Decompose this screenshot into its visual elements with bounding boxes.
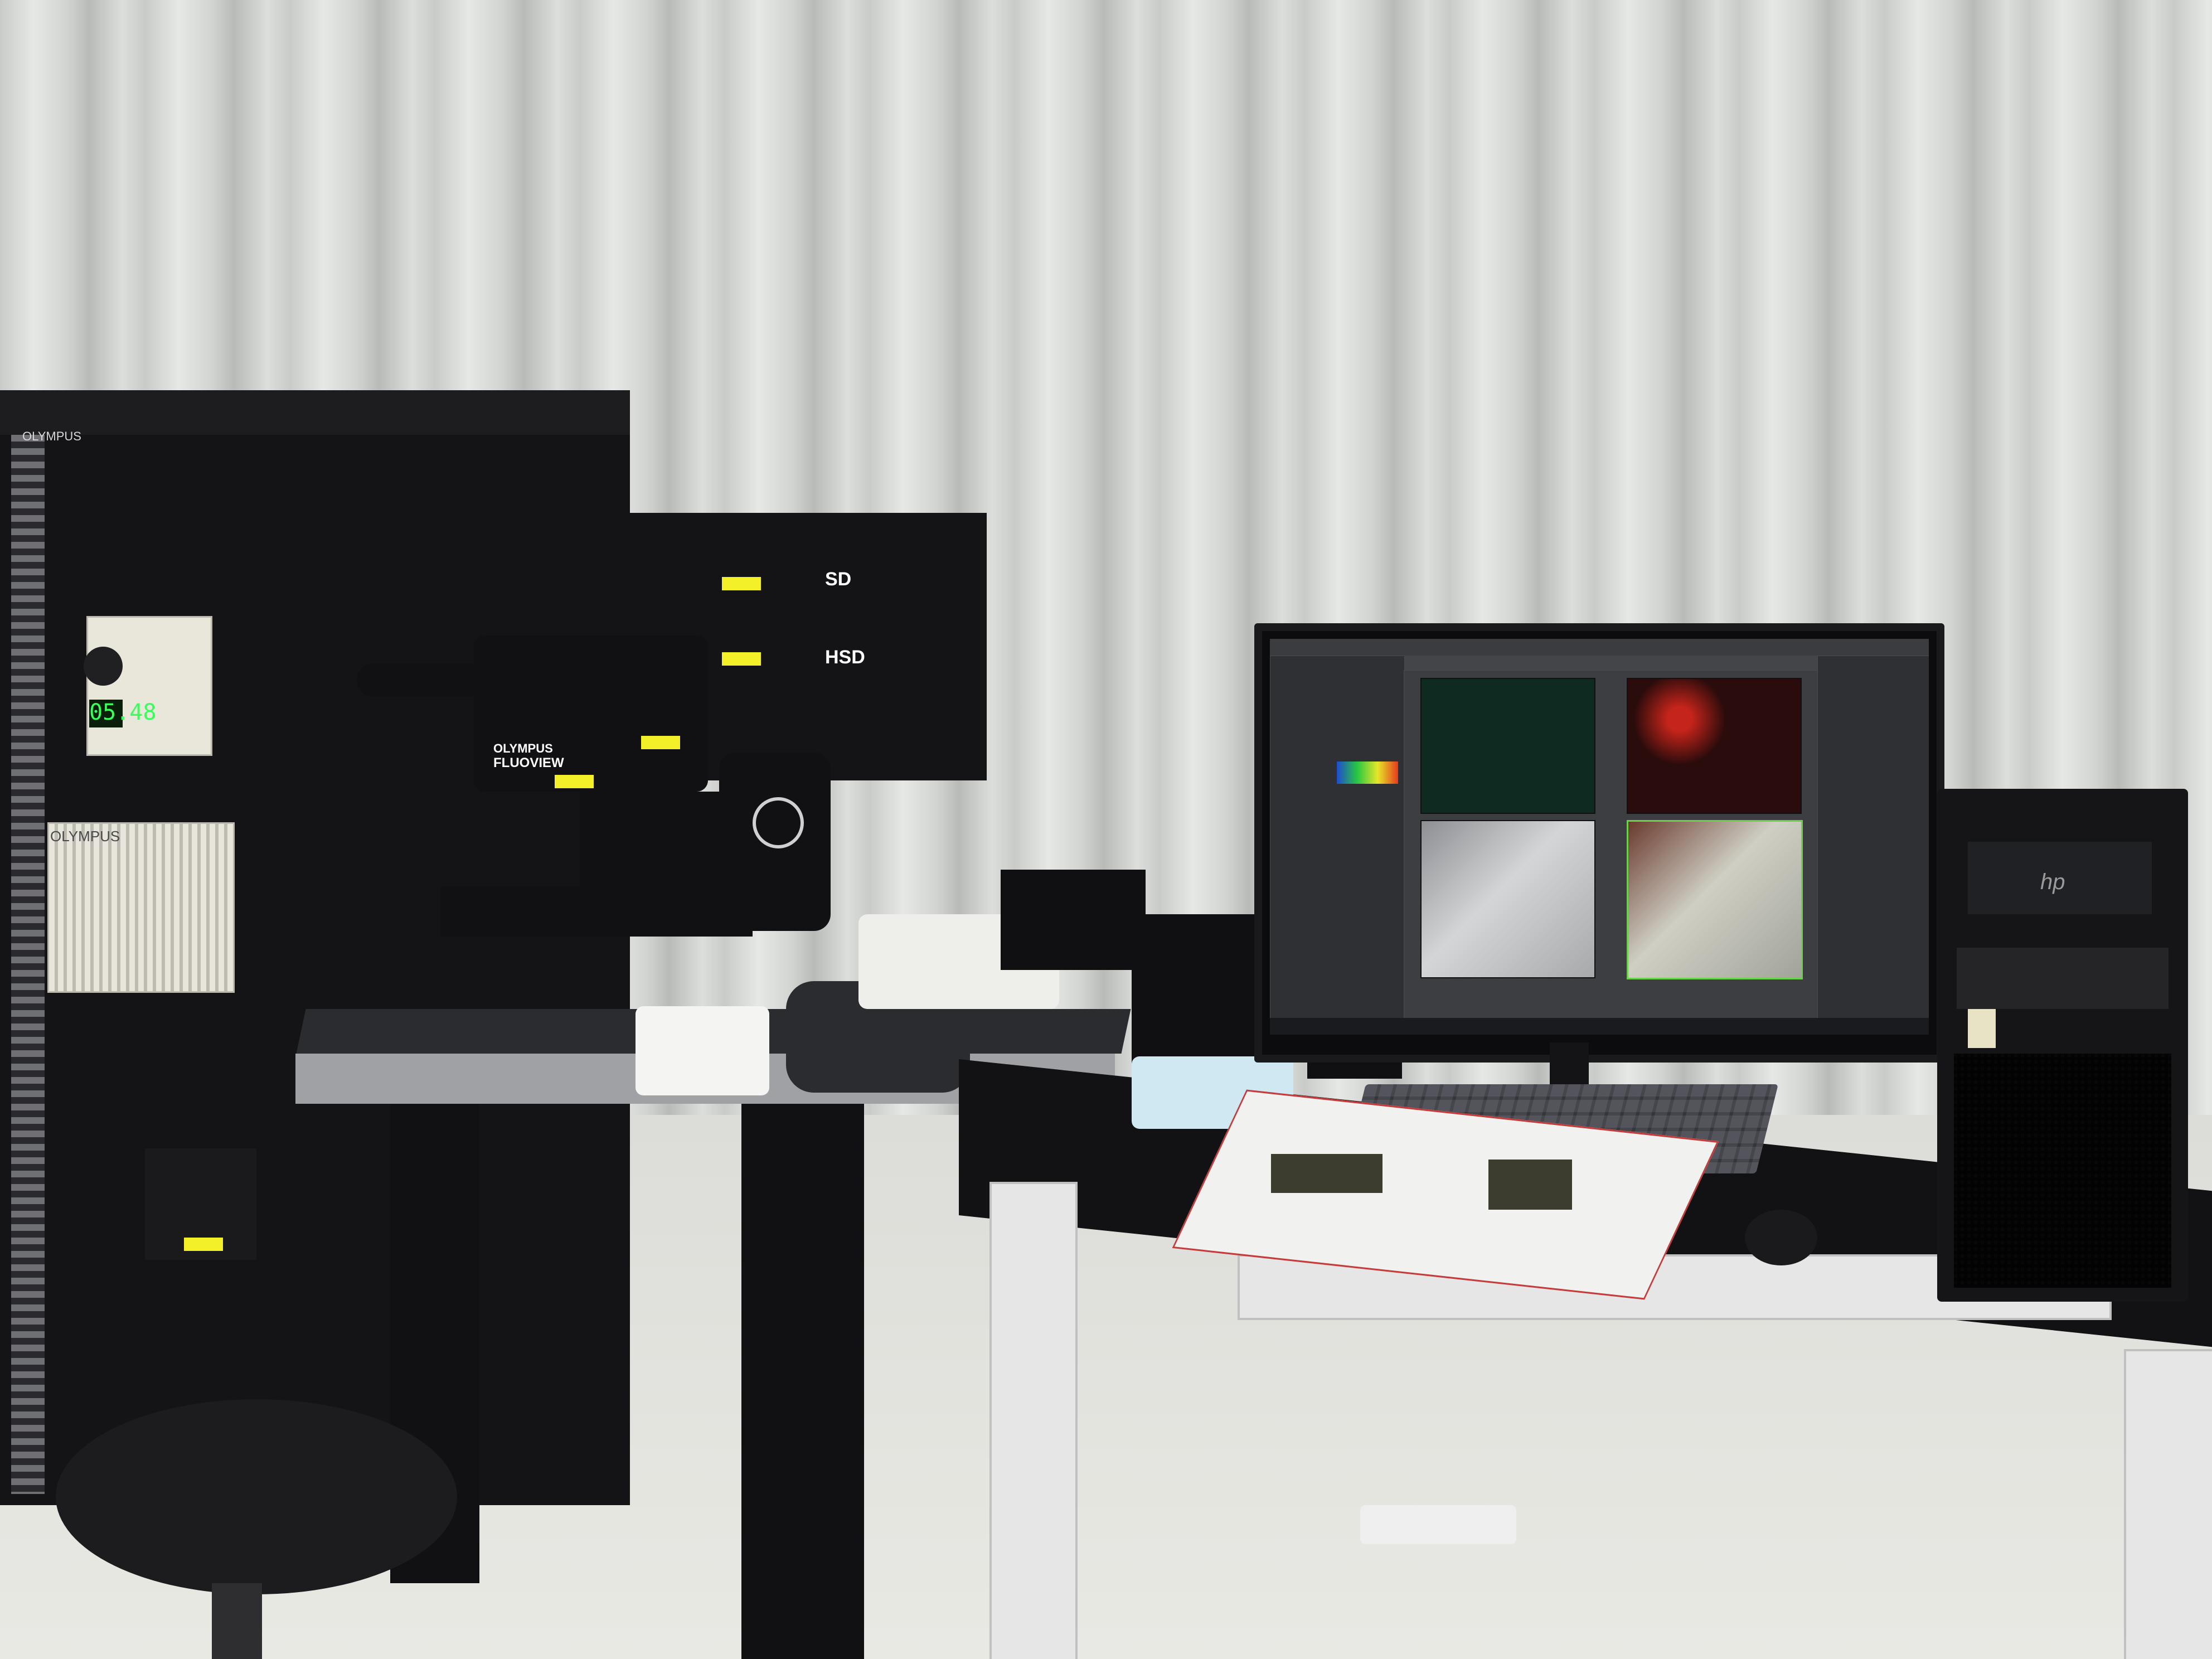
- overlay-image: [1627, 820, 1803, 979]
- windows-taskbar: [1270, 1018, 1929, 1035]
- warning-label: [184, 1238, 223, 1251]
- pc-drive-bay: [1957, 948, 2169, 1009]
- rack-brand: OLYMPUS: [22, 429, 81, 443]
- microscope-stage: [440, 886, 753, 937]
- rack-top: [0, 390, 630, 435]
- lut-color-bar: [1337, 761, 1398, 784]
- manual-figure: [1271, 1154, 1382, 1193]
- microscope-brand: OLYMPUS: [493, 741, 553, 755]
- monitor: [1254, 623, 1944, 1063]
- power-supply-brand: OLYMPUS: [50, 828, 120, 845]
- mouse: [1745, 1210, 1817, 1265]
- photo-scene: 05.48 OLYMPUS OLYMPUS SD HSD OLYMPUS FLU…: [0, 0, 2212, 1659]
- green-channel-image: [1420, 678, 1595, 814]
- brightfield-image: [1420, 820, 1595, 978]
- manual-figure: [1488, 1160, 1572, 1210]
- monitor-screen: [1270, 639, 1929, 1035]
- warning-label: [722, 577, 761, 590]
- light-source-knob: [84, 647, 123, 686]
- scanner-label-sd: SD: [825, 569, 852, 590]
- microscope-objectives: [580, 792, 725, 892]
- stool-leg: [212, 1583, 262, 1659]
- desk-leg: [2124, 1349, 2212, 1659]
- scanner-label-hsd: HSD: [825, 647, 865, 668]
- rack-rail: [11, 435, 45, 1494]
- warning-label: [641, 736, 680, 749]
- power-supply-unit: [47, 822, 235, 993]
- right-settings-panel: [1817, 656, 1929, 1019]
- microscope-eyepieces: [357, 663, 502, 697]
- focus-dial-icon: [753, 797, 804, 848]
- red-channel-image: [1627, 678, 1802, 814]
- desk-leg: [989, 1182, 1078, 1659]
- lcd-readout: 05.48: [89, 700, 156, 727]
- power-strip: [1360, 1505, 1516, 1544]
- pc-sticker: [1968, 1009, 1996, 1048]
- pc-front-grill: [1954, 1054, 2171, 1288]
- controller-box-white: [636, 1006, 769, 1095]
- app-menubar: [1270, 639, 1929, 656]
- app-toolbar: [1404, 656, 1817, 670]
- left-settings-panel: [1270, 656, 1405, 1019]
- microscope-model: FLUOVIEW: [493, 755, 564, 770]
- light-source-unit: [86, 616, 212, 756]
- warning-label: [555, 775, 594, 788]
- warning-label: [722, 652, 761, 666]
- small-controller: [1001, 870, 1146, 970]
- pc-logo: hp: [2040, 870, 2065, 894]
- stool-seat: [56, 1399, 457, 1594]
- optical-table-leg: [741, 1104, 864, 1659]
